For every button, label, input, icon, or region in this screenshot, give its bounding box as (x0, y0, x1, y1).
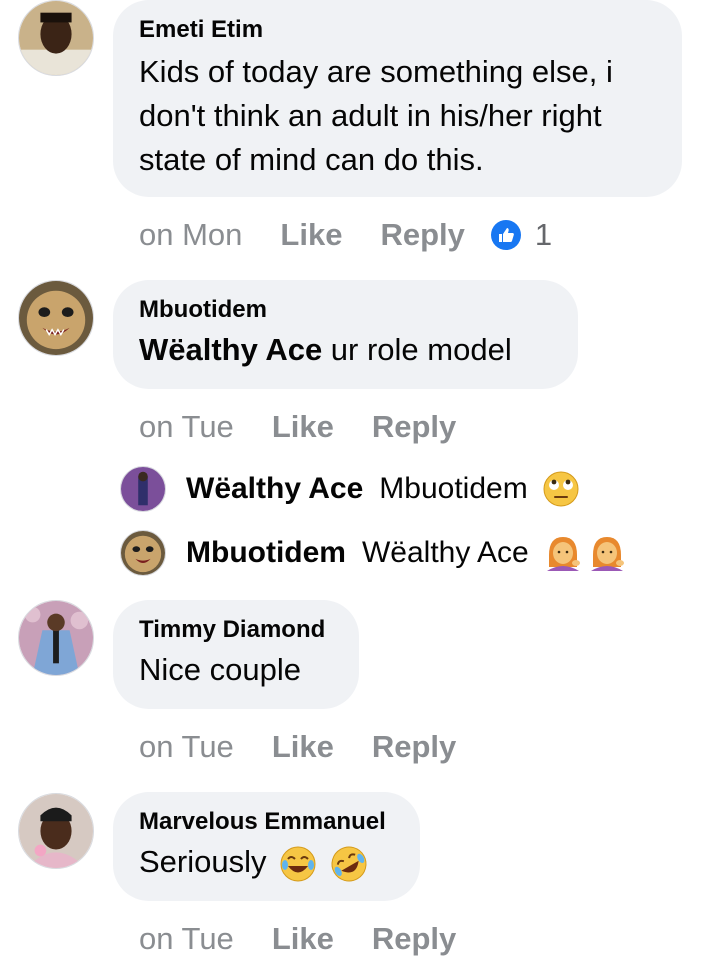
avatar-mbuotidem[interactable] (120, 530, 166, 576)
comment-bubble: Emeti Etim Kids of today are something e… (113, 0, 682, 197)
avatar-wealthy-ace[interactable] (120, 466, 166, 512)
thumbs-up-icon[interactable] (490, 220, 521, 250)
avatar-marvelous-emmanuel[interactable] (18, 793, 94, 869)
comment-text-body: Seriously (139, 844, 267, 879)
comment-actions: on Tue Like Reply (139, 917, 494, 961)
reply-button[interactable]: Reply (372, 921, 456, 957)
comment-author[interactable]: Emeti Etim (139, 16, 656, 44)
woman-tipping-hand-icon (590, 537, 624, 571)
reply-text: Mbuotidem (379, 472, 528, 505)
reply-button[interactable]: Reply (372, 729, 456, 765)
comment-text-line: don't think an adult in his/her right (139, 98, 602, 133)
comment-actions: on Mon Like Reply 1 (139, 213, 552, 257)
reply-author[interactable]: Wëalthy Ace (186, 472, 363, 506)
like-button[interactable]: Like (280, 217, 342, 253)
comment-text: Nice couple (139, 652, 301, 687)
comment-bubble: Timmy Diamond Nice couple (113, 600, 359, 709)
comment-bubble: Mbuotidem Wëalthy Ace ur role model (113, 280, 578, 389)
reaction-count[interactable]: 1 (535, 217, 552, 253)
comment-timestamp[interactable]: on Tue (139, 409, 234, 445)
comment-text-line: Kids of today are something else, i (139, 54, 613, 89)
comment-timestamp[interactable]: on Tue (139, 921, 234, 957)
reply-button[interactable]: Reply (372, 409, 456, 445)
reply-text: Wëalthy Ace (361, 536, 529, 569)
comment-bubble: Marvelous Emmanuel Seriously (113, 792, 420, 901)
comment-author[interactable]: Timmy Diamond (139, 616, 333, 644)
avatar-timmy-diamond[interactable] (18, 600, 94, 676)
reply-author[interactable]: Mbuotidem (186, 536, 346, 570)
rolling-on-floor-laughing-icon (331, 846, 367, 882)
face-with-rolling-eyes-icon (543, 471, 579, 507)
rolling-on-floor-laughing-icon (280, 846, 316, 882)
comment-author[interactable]: Marvelous Emmanuel (139, 808, 394, 836)
comment-text-body: ur role model (322, 332, 512, 367)
comment-author[interactable]: Mbuotidem (139, 296, 552, 324)
reply-preview[interactable]: Wëalthy Ace Mbuotidem (120, 464, 580, 514)
comment-timestamp[interactable]: on Mon (139, 217, 242, 253)
reply-button[interactable]: Reply (380, 217, 464, 253)
comment-text-line: state of mind can do this. (139, 142, 484, 177)
comment-actions: on Tue Like Reply (139, 725, 494, 769)
comment-actions: on Tue Like Reply (139, 405, 494, 449)
reply-preview[interactable]: Mbuotidem Wëalthy Ace (120, 528, 627, 578)
comment-text: Seriously (139, 840, 394, 884)
like-button[interactable]: Like (272, 409, 334, 445)
comment-timestamp[interactable]: on Tue (139, 729, 234, 765)
avatar-mbuotidem[interactable] (18, 280, 94, 356)
like-button[interactable]: Like (272, 729, 334, 765)
avatar-emeti-etim[interactable] (18, 0, 94, 76)
mention-tag[interactable]: Wëalthy Ace (139, 332, 322, 367)
woman-tipping-hand-icon (546, 537, 580, 571)
like-button[interactable]: Like (272, 921, 334, 957)
comment-text: Wëalthy Ace ur role model (139, 328, 552, 372)
